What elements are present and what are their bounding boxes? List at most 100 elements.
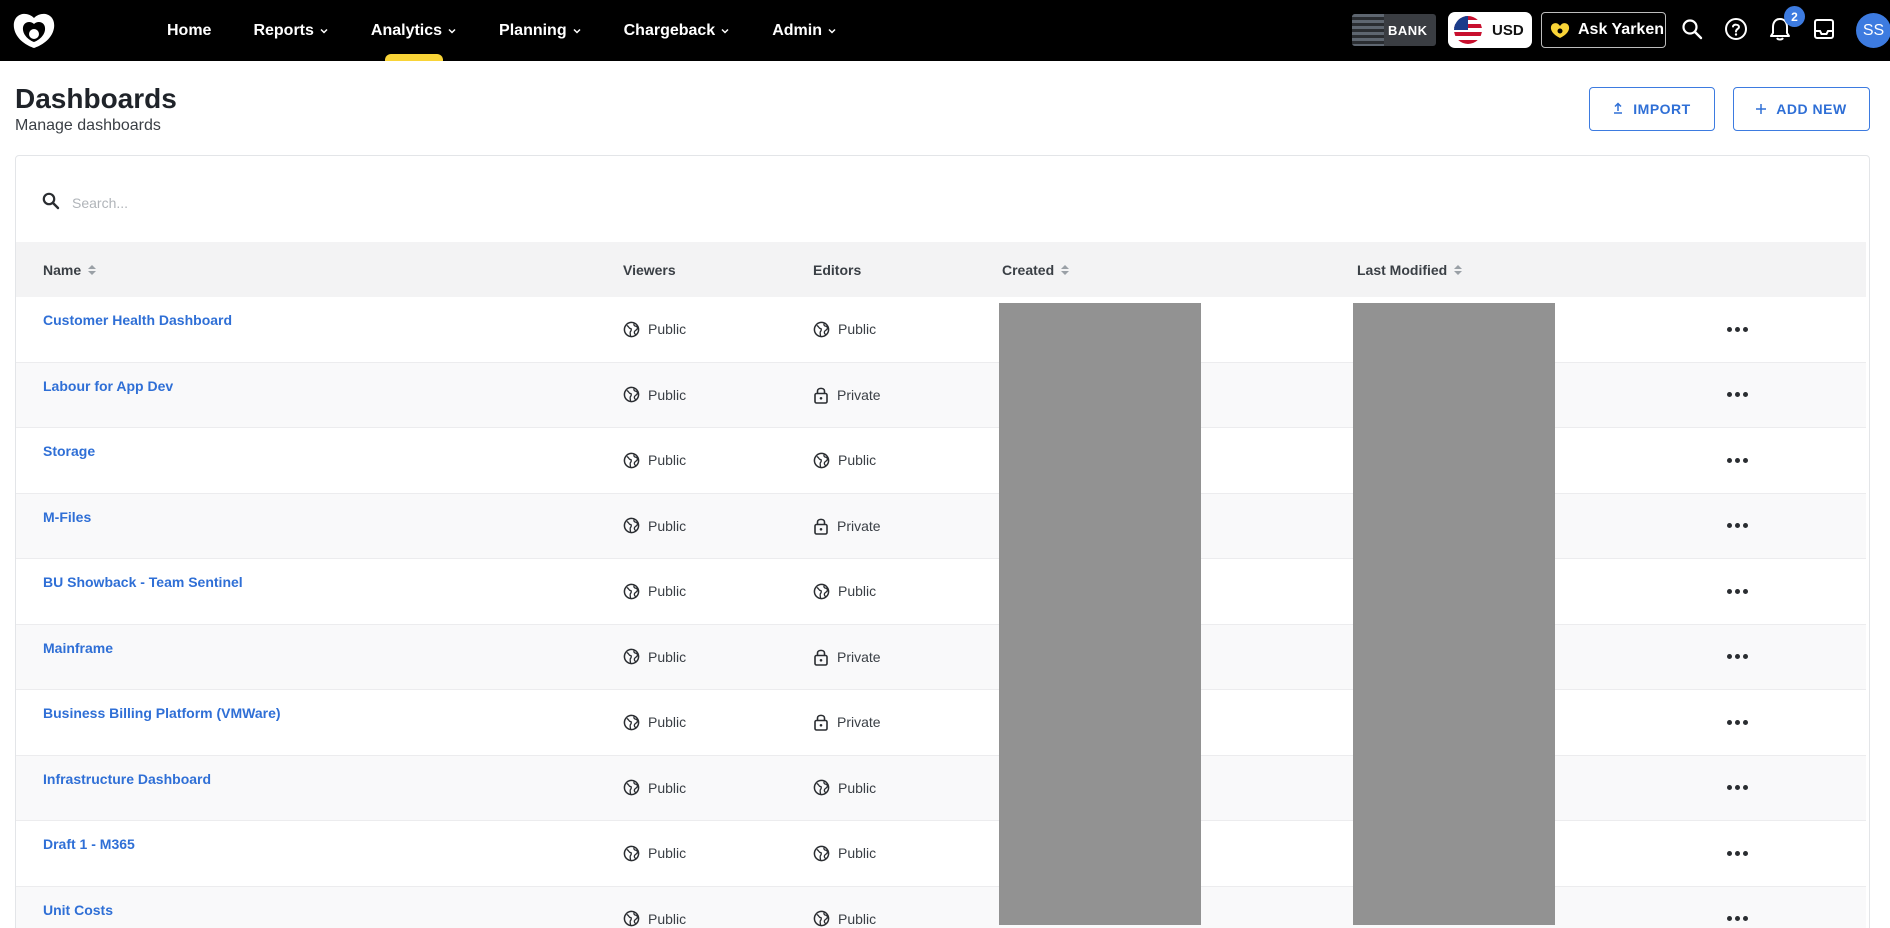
table-row: Customer Health Dashboard Public Public xyxy=(16,297,1866,363)
dashboard-name-link[interactable]: M-Files xyxy=(43,509,91,525)
table-row: M-Files Public Private xyxy=(16,493,1866,559)
table-row: Draft 1 - M365 Public Public xyxy=(16,821,1866,887)
editors-visibility-label: Private xyxy=(837,517,881,534)
sort-icon[interactable] xyxy=(1454,264,1463,275)
editors-visibility-label: Private xyxy=(837,648,881,665)
dashboard-name-cell: Infrastructure Dashboard xyxy=(43,756,211,821)
globe-icon xyxy=(623,779,648,796)
row-actions-menu-icon[interactable] xyxy=(1719,494,1755,559)
table-row: BU Showback - Team Sentinel Public Public xyxy=(16,559,1866,625)
editors-cell: Public xyxy=(813,887,876,928)
editors-cell: Private xyxy=(813,494,881,559)
add-new-button[interactable]: ADD NEW xyxy=(1733,87,1870,131)
nav-item-admin[interactable]: Admin xyxy=(751,0,858,61)
row-actions-menu-icon[interactable] xyxy=(1719,756,1755,821)
globe-icon xyxy=(623,452,648,469)
row-actions-menu-icon[interactable] xyxy=(1719,559,1755,624)
column-header-last-modified[interactable]: Last Modified xyxy=(1357,242,1463,297)
table-header: Name Viewers Editors Created Last Modifi… xyxy=(16,242,1866,297)
viewers-cell: Public xyxy=(623,559,686,624)
dashboard-name-link[interactable]: Mainframe xyxy=(43,640,113,656)
dashboard-name-link[interactable]: Storage xyxy=(43,443,95,459)
help-icon[interactable] xyxy=(1721,14,1751,44)
viewers-cell: Public xyxy=(623,494,686,559)
search-icon[interactable] xyxy=(1677,14,1707,44)
row-actions-menu-icon[interactable] xyxy=(1719,690,1755,755)
chevron-down-icon xyxy=(320,28,328,34)
viewers-visibility-label: Public xyxy=(648,321,687,338)
column-header-editors: Editors xyxy=(813,242,861,297)
nav-item-analytics[interactable]: Analytics xyxy=(350,0,478,61)
table-row: Mainframe Public Private xyxy=(16,624,1866,690)
sort-icon[interactable] xyxy=(1061,264,1070,275)
ask-yarken-button[interactable]: Ask Yarken xyxy=(1541,12,1666,48)
globe-icon xyxy=(813,779,838,796)
globe-icon xyxy=(813,452,838,469)
row-actions-menu-icon[interactable] xyxy=(1719,297,1755,362)
column-header-name-label: Name xyxy=(43,261,82,278)
viewers-cell: Public xyxy=(623,428,686,493)
nav-item-planning[interactable]: Planning xyxy=(478,0,603,61)
notifications-bell-icon[interactable]: 2 xyxy=(1765,6,1805,44)
dashboard-name-link[interactable]: Infrastructure Dashboard xyxy=(43,771,211,787)
sort-icon[interactable] xyxy=(88,264,97,275)
viewers-cell: Public xyxy=(623,690,686,755)
user-avatar[interactable]: SS xyxy=(1856,13,1890,48)
editors-cell: Public xyxy=(813,559,876,624)
nav-item-chargeback[interactable]: Chargeback xyxy=(603,0,752,61)
chevron-down-icon xyxy=(448,28,456,34)
row-actions-menu-icon[interactable] xyxy=(1719,887,1755,928)
dashboard-name-cell: Business Billing Platform (VMWare) xyxy=(43,690,281,755)
dashboard-name-cell: Storage xyxy=(43,428,95,493)
editors-visibility-label: Public xyxy=(838,845,877,862)
currency-selector[interactable]: USD xyxy=(1448,12,1532,48)
dashboard-name-link[interactable]: Labour for App Dev xyxy=(43,378,173,394)
column-header-viewers: Viewers xyxy=(623,242,676,297)
redacted-created-column xyxy=(999,303,1201,925)
row-actions-menu-icon[interactable] xyxy=(1719,428,1755,493)
bank-logo-text: BANK xyxy=(1388,22,1428,38)
import-button[interactable]: IMPORT xyxy=(1589,87,1715,131)
table-row: Infrastructure Dashboard Public Public xyxy=(16,755,1866,821)
nav-item-home[interactable]: Home xyxy=(146,0,232,61)
row-actions-menu-icon[interactable] xyxy=(1719,363,1755,428)
column-header-created[interactable]: Created xyxy=(1002,242,1070,297)
main-nav: Home Reports Analytics Planning Chargeback Ad… xyxy=(146,0,858,61)
active-tab-indicator xyxy=(384,54,443,61)
globe-icon xyxy=(813,321,838,338)
globe-icon xyxy=(623,910,648,927)
search-input[interactable] xyxy=(72,195,572,211)
upload-icon xyxy=(1613,101,1623,117)
viewers-visibility-label: Public xyxy=(648,517,687,534)
globe-icon xyxy=(623,714,648,731)
nav-item-label: Chargeback xyxy=(623,21,716,39)
search-bar xyxy=(42,188,642,218)
viewers-visibility-label: Public xyxy=(648,714,687,731)
globe-icon xyxy=(623,517,648,534)
brand-logo-icon[interactable] xyxy=(12,12,56,50)
lock-icon xyxy=(813,713,837,732)
bank-logo: BANK xyxy=(1352,14,1436,46)
column-header-name[interactable]: Name xyxy=(43,242,97,297)
globe-icon xyxy=(623,386,648,403)
dashboard-name-link[interactable]: Customer Health Dashboard xyxy=(43,312,232,328)
table-row: Business Billing Platform (VMWare) Public… xyxy=(16,690,1866,756)
notification-count-badge: 2 xyxy=(1784,6,1805,27)
editors-cell: Public xyxy=(813,428,876,493)
row-actions-menu-icon[interactable] xyxy=(1719,625,1755,690)
dashboards-card: Name Viewers Editors Created Last Modifi… xyxy=(15,155,1870,928)
column-header-viewers-label: Viewers xyxy=(623,261,676,278)
dashboard-name-cell: Draft 1 - M365 xyxy=(43,821,135,886)
dashboard-name-link[interactable]: Business Billing Platform (VMWare) xyxy=(43,705,281,721)
viewers-cell: Public xyxy=(623,297,686,362)
nav-item-label: Reports xyxy=(253,21,314,39)
globe-icon xyxy=(813,910,838,927)
row-actions-menu-icon[interactable] xyxy=(1719,821,1755,886)
dashboard-name-link[interactable]: Unit Costs xyxy=(43,902,113,918)
viewers-visibility-label: Public xyxy=(648,583,687,600)
dashboard-name-link[interactable]: Draft 1 - M365 xyxy=(43,836,135,852)
inbox-icon[interactable] xyxy=(1809,14,1839,44)
nav-item-reports[interactable]: Reports xyxy=(232,0,349,61)
dashboard-name-link[interactable]: BU Showback - Team Sentinel xyxy=(43,574,243,590)
editors-visibility-label: Public xyxy=(838,583,877,600)
